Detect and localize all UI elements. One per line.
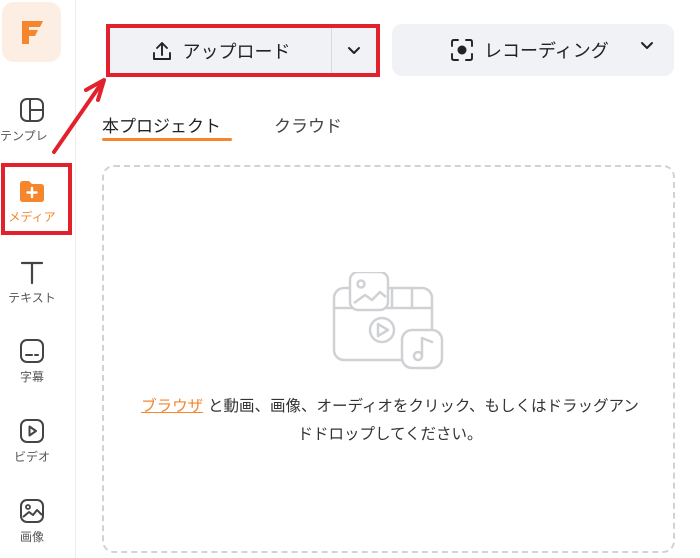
media-upload-illustration-icon	[332, 272, 444, 370]
caption-icon	[20, 339, 44, 363]
upload-dropdown-button[interactable]	[332, 28, 376, 73]
recording-button[interactable]: レコーディング	[392, 24, 674, 76]
video-icon	[20, 419, 44, 443]
image-icon	[20, 499, 44, 523]
record-icon	[451, 39, 473, 61]
upload-button-group: アップロード	[106, 24, 380, 77]
sidebar-item-video[interactable]: ビデオ	[0, 418, 64, 465]
media-highlight-box	[1, 163, 72, 235]
text-icon	[20, 261, 44, 285]
sidebar: テンプレ メディア テキスト 字幕 ビデオ 画像	[0, 0, 76, 558]
logo-icon	[21, 21, 43, 44]
tab-this-project[interactable]: 本プロジェクト	[102, 112, 221, 137]
upload-label: アップロード	[182, 41, 291, 63]
sidebar-item-label: テンプレ	[0, 129, 48, 143]
chevron-down-icon	[348, 46, 360, 54]
sidebar-item-image[interactable]: 画像	[0, 498, 64, 545]
chevron-down-icon[interactable]	[640, 41, 654, 51]
upload-icon	[152, 41, 171, 60]
active-tab-indicator	[102, 138, 232, 141]
sidebar-item-label: テキスト	[8, 291, 56, 305]
sidebar-item-caption[interactable]: 字幕	[0, 338, 64, 385]
drop-zone-instructions: ブラウザ と動画、画像、オーディオをクリック、もしくはドラッグアンドドロップして…	[140, 392, 640, 448]
recording-label: レコーディング	[484, 41, 609, 62]
template-icon	[20, 98, 44, 122]
app-logo[interactable]	[2, 2, 61, 62]
drop-zone-text: と動画、画像、オーディオをクリック、もしくはドラッグアンドドロップしてください。	[203, 397, 639, 443]
upload-button[interactable]: アップロード	[110, 28, 332, 73]
sidebar-item-text[interactable]: テキスト	[0, 259, 64, 306]
sidebar-item-label: 画像	[19, 530, 44, 544]
sidebar-item-label: ビデオ	[13, 450, 50, 464]
tab-cloud[interactable]: クラウド	[274, 112, 342, 137]
browse-link[interactable]: ブラウザ	[141, 397, 203, 415]
sidebar-item-template[interactable]: テンプレ	[0, 97, 64, 144]
sidebar-item-label: 字幕	[19, 370, 44, 384]
